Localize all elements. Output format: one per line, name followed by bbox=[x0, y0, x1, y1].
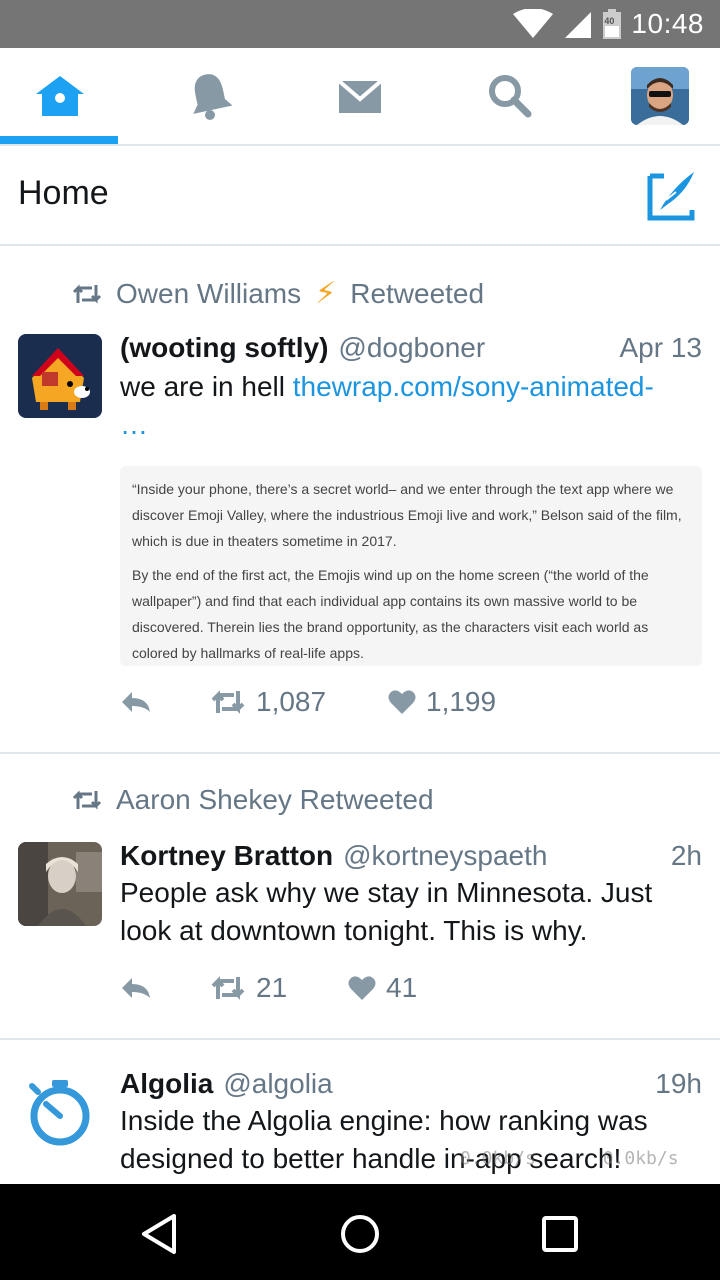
heart-icon bbox=[348, 976, 376, 1000]
retweet-count: 1,087 bbox=[256, 686, 327, 717]
battery-level: 40 bbox=[604, 16, 615, 26]
retweet-context: Owen Williams ⚡ Retweeted bbox=[72, 276, 484, 311]
tweet-header: (wooting softly) @dogboner Apr 13 bbox=[120, 332, 702, 364]
retweet-icon bbox=[72, 790, 102, 810]
lightning-emoji: ⚡ bbox=[315, 277, 337, 310]
tab-profile[interactable] bbox=[600, 48, 720, 144]
tweet-text: we are in hell thewrap.com/sony-animated… bbox=[120, 368, 702, 444]
attached-image[interactable]: “Inside your phone, there’s a secret wor… bbox=[120, 466, 702, 666]
upload-speed: 0.0kb/s bbox=[602, 1148, 679, 1169]
avatar[interactable] bbox=[18, 1074, 102, 1158]
author-handle[interactable]: @kortneyspaeth bbox=[343, 840, 547, 872]
wifi-icon bbox=[513, 9, 554, 38]
like-count: 1,199 bbox=[426, 686, 497, 717]
compose-icon bbox=[647, 172, 695, 221]
like-count: 41 bbox=[386, 972, 418, 1003]
tab-messages[interactable] bbox=[300, 48, 420, 144]
cell-signal-icon bbox=[565, 12, 592, 38]
tab-notifications[interactable] bbox=[150, 48, 270, 144]
tweet-text: People ask why we stay in Minnesota. Jus… bbox=[120, 877, 653, 946]
compose-tweet-button[interactable] bbox=[646, 170, 696, 222]
network-speed-overlay: 0.0kb/s 0.0kb/s bbox=[460, 1148, 679, 1169]
like-button[interactable]: 41 bbox=[348, 972, 417, 1004]
search-icon bbox=[489, 75, 532, 118]
recents-icon[interactable] bbox=[538, 1212, 582, 1256]
retweeter-name[interactable]: Owen Williams bbox=[116, 278, 301, 310]
tab-search[interactable] bbox=[450, 48, 570, 144]
tab-home[interactable] bbox=[0, 48, 120, 144]
tweet-text-content: we are in hell bbox=[120, 371, 293, 402]
author-handle[interactable]: @algolia bbox=[223, 1068, 332, 1100]
author-name[interactable]: (wooting softly) bbox=[120, 332, 328, 364]
avatar bbox=[631, 67, 689, 125]
top-tab-bar bbox=[0, 48, 720, 146]
author-name[interactable]: Algolia bbox=[120, 1068, 213, 1100]
tweet-item[interactable]: Aaron Shekey Retweeted Kortney Bratton @… bbox=[0, 754, 720, 1040]
retweet-context: Aaron Shekey Retweeted bbox=[72, 784, 434, 816]
reply-button[interactable] bbox=[120, 976, 210, 1000]
bell-icon bbox=[193, 74, 232, 120]
retweeted-label: Retweeted bbox=[350, 277, 485, 309]
page-title: Home bbox=[18, 174, 109, 212]
reply-button[interactable] bbox=[120, 690, 210, 714]
tweet-date[interactable]: 2h bbox=[671, 840, 702, 872]
image-text-paragraph: By the end of the first act, the Emojis … bbox=[132, 567, 649, 661]
retweeter-name[interactable]: Aaron Shekey Retweeted bbox=[116, 784, 434, 816]
retweet-icon bbox=[72, 283, 102, 304]
system-navigation-bar bbox=[0, 1184, 720, 1280]
retweet-button[interactable]: 21 bbox=[210, 972, 348, 1004]
reply-icon bbox=[122, 978, 150, 998]
home-button-icon[interactable] bbox=[338, 1212, 382, 1256]
home-icon bbox=[36, 76, 84, 116]
active-tab-indicator bbox=[0, 136, 118, 144]
like-button[interactable]: 1,199 bbox=[388, 686, 496, 718]
author-name[interactable]: Kortney Bratton bbox=[120, 840, 333, 872]
tweet-item[interactable]: Owen Williams ⚡ Retweeted (wooting softl… bbox=[0, 248, 720, 754]
status-bar: 40 10:48 bbox=[0, 0, 720, 48]
retweet-icon bbox=[211, 690, 245, 714]
tweet-date[interactable]: 19h bbox=[655, 1068, 702, 1100]
retweet-count: 21 bbox=[256, 972, 288, 1003]
heart-icon bbox=[388, 690, 416, 714]
tweet-date[interactable]: Apr 13 bbox=[620, 332, 703, 364]
avatar[interactable] bbox=[18, 842, 102, 926]
battery-icon: 40 bbox=[603, 9, 622, 39]
tweet-actions: 1,087 1,199 bbox=[120, 686, 496, 718]
reply-icon bbox=[122, 692, 150, 712]
retweet-button[interactable]: 1,087 bbox=[210, 686, 388, 718]
clock: 10:48 bbox=[631, 8, 704, 39]
timeline-header: Home bbox=[0, 146, 720, 246]
download-speed: 0.0kb/s bbox=[460, 1148, 536, 1169]
back-icon[interactable] bbox=[138, 1212, 182, 1256]
author-handle[interactable]: @dogboner bbox=[338, 332, 485, 364]
tweet-header: Algolia @algolia 19h bbox=[120, 1068, 702, 1100]
avatar[interactable] bbox=[18, 334, 102, 418]
retweet-icon bbox=[211, 976, 245, 1000]
tweet-header: Kortney Bratton @kortneyspaeth 2h bbox=[120, 840, 702, 872]
tweet-actions: 21 41 bbox=[120, 972, 417, 1004]
envelope-icon bbox=[337, 79, 383, 113]
image-text-paragraph: “Inside your phone, there’s a secret wor… bbox=[132, 481, 682, 549]
